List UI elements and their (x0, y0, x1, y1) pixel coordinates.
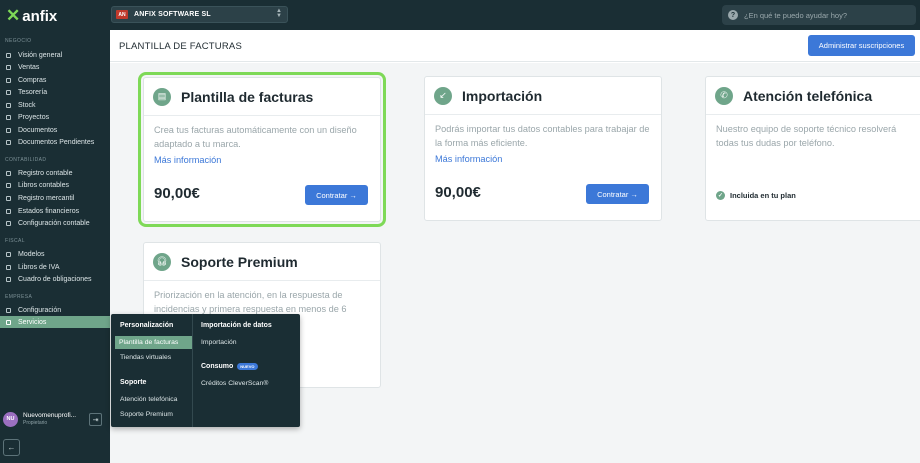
contract-button[interactable]: Contratar → (305, 185, 368, 205)
sidebar-item-estados-financieros[interactable]: Estados financieros (0, 205, 110, 217)
sidebar-item-registro-mercantil[interactable]: Registro mercantil (0, 192, 110, 204)
services-icon (6, 319, 11, 325)
user-name: Nuevomenuprofi... (23, 412, 77, 419)
company-selector[interactable]: AN ANFIX SOFTWARE SL ▲ ▼ (111, 6, 288, 23)
flyout-heading-importacion: Importación de datos (201, 322, 272, 329)
card-title: Importación (462, 87, 543, 104)
sidebar-item-configuracion[interactable]: Configuración (0, 304, 110, 316)
sidebar-item-libros-iva[interactable]: Libros de IVA (0, 261, 110, 273)
chevron-updown-icon: ▲ ▼ (276, 8, 282, 19)
logout-icon[interactable]: ⇥ (89, 413, 102, 426)
anfix-logo[interactable]: ✕ anfix (6, 6, 57, 26)
top-bar: ✕ anfix AN ANFIX SOFTWARE SL ▲ ▼ ? ¿En qu… (0, 0, 920, 30)
flyout-item-plantilla-facturas[interactable]: Plantilla de facturas (115, 336, 192, 349)
card-plantilla-facturas[interactable]: ▤ Plantilla de facturas Crea tus factura… (138, 72, 386, 227)
user-role: Propietario (23, 420, 48, 426)
card-title: Soporte Premium (181, 253, 298, 270)
page-title: PLANTILLA DE FACTURAS (119, 41, 242, 52)
company-name: ANFIX SOFTWARE SL (134, 11, 211, 18)
document-icon: ▤ (153, 87, 171, 106)
gear-icon (6, 220, 11, 226)
more-info-link[interactable]: Más información (425, 150, 661, 164)
eye-icon (6, 52, 11, 58)
bank-icon (6, 89, 11, 95)
ledger-icon (6, 170, 11, 176)
card-importacion[interactable]: ↙ Importación Podrás importar tus datos … (424, 76, 662, 221)
flyout-divider (192, 314, 193, 427)
sidebar-item-ventas[interactable]: Ventas (0, 61, 110, 73)
sidebar-item-vision-general[interactable]: Visión general (0, 49, 110, 61)
help-search-input[interactable]: ? ¿En qué te puedo ayudar hoy? (722, 5, 916, 25)
check-icon: ✓ (716, 191, 725, 200)
book-icon (6, 182, 11, 188)
sales-icon (6, 64, 11, 70)
section-fiscal: FISCAL (5, 238, 25, 244)
sidebar-item-documentos[interactable]: Documentos (0, 124, 110, 136)
card-description: Podrás importar tus datos contables para… (435, 124, 650, 148)
box-icon (6, 102, 11, 108)
calendar-icon (6, 276, 11, 282)
logo-text: anfix (22, 7, 58, 25)
card-price: 90,00€ (154, 185, 200, 202)
sidebar-item-configuracion-contable[interactable]: Configuración contable (0, 217, 110, 229)
card-title: Plantilla de facturas (181, 88, 314, 105)
sidebar: NEGOCIO Visión general Ventas Compras Te… (0, 30, 110, 463)
form-icon (6, 251, 11, 257)
sidebar-item-proyectos[interactable]: Proyectos (0, 111, 110, 123)
card-price: 90,00€ (435, 184, 481, 201)
section-contabilidad: CONTABILIDAD (5, 157, 47, 163)
company-badge: AN (116, 10, 128, 19)
section-empresa: EMPRESA (5, 294, 33, 300)
help-placeholder: ¿En qué te puedo ayudar hoy? (744, 10, 847, 20)
contract-button[interactable]: Contratar → (586, 184, 649, 204)
flyout-item-importacion[interactable]: Importación (201, 336, 237, 349)
included-in-plan: ✓ Incluida en tu plan (716, 191, 796, 200)
collapse-sidebar-icon[interactable]: ← (3, 439, 20, 456)
phone-icon: ✆ (715, 86, 733, 105)
flyout-item-atencion-telefonica[interactable]: Atención telefónica (120, 393, 177, 406)
sidebar-item-cuadro-obligaciones[interactable]: Cuadro de obligaciones (0, 273, 110, 285)
book-icon (6, 264, 11, 270)
sidebar-item-documentos-pendientes[interactable]: Documentos Pendientes (0, 136, 110, 148)
page-header: PLANTILLA DE FACTURAS Administrar suscri… (110, 30, 920, 62)
more-info-link[interactable]: Más información (144, 151, 380, 165)
sidebar-item-modelos[interactable]: Modelos (0, 248, 110, 260)
card-description: Nuestro equipo de soporte técnico resolv… (716, 124, 897, 148)
chart-icon (6, 208, 11, 214)
card-description: Priorización en la atención, en la respu… (154, 290, 347, 314)
sidebar-item-registro-contable[interactable]: Registro contable (0, 167, 110, 179)
user-profile[interactable]: NU Nuevomenuprofi... Propietario ⇥ (0, 404, 110, 434)
card-description: Crea tus facturas automáticamente con un… (154, 125, 357, 149)
sidebar-item-compras[interactable]: Compras (0, 74, 110, 86)
folder-icon (6, 114, 11, 120)
sidebar-item-stock[interactable]: Stock (0, 99, 110, 111)
flyout-item-tiendas-virtuales[interactable]: Tiendas virtuales (120, 351, 171, 364)
sidebar-item-tesoreria[interactable]: Tesorería (0, 86, 110, 98)
flyout-item-creditos-cleverscan[interactable]: Créditos CleverScan® (201, 377, 268, 390)
flyout-heading-consumo: Consumo NUEVO (201, 363, 258, 370)
pending-document-icon (6, 139, 11, 145)
manage-subscriptions-button[interactable]: Administrar suscripciones (808, 35, 915, 56)
gear-icon (6, 307, 11, 313)
new-badge: NUEVO (237, 363, 258, 370)
question-icon: ? (728, 10, 738, 20)
flyout-heading-soporte: Soporte (120, 379, 147, 386)
services-flyout-menu: Personalización Plantilla de facturas Ti… (111, 314, 300, 427)
import-icon: ↙ (434, 86, 452, 105)
flyout-heading-personalizacion: Personalización (120, 322, 174, 329)
register-icon (6, 195, 11, 201)
document-icon (6, 127, 11, 133)
card-atencion-telefonica[interactable]: ✆ Atención telefónica Nuestro equipo de … (705, 76, 920, 221)
cart-icon (6, 77, 11, 83)
flyout-item-soporte-premium[interactable]: Soporte Premium (120, 408, 173, 421)
headset-icon: 🎧︎ (153, 252, 171, 271)
sidebar-item-servicios[interactable]: Servicios (0, 316, 110, 328)
avatar: NU (3, 411, 18, 427)
section-negocio: NEGOCIO (5, 38, 32, 44)
card-title: Atención telefónica (743, 87, 873, 104)
sidebar-item-libros-contables[interactable]: Libros contables (0, 179, 110, 191)
logo-x-icon: ✕ (6, 6, 21, 25)
